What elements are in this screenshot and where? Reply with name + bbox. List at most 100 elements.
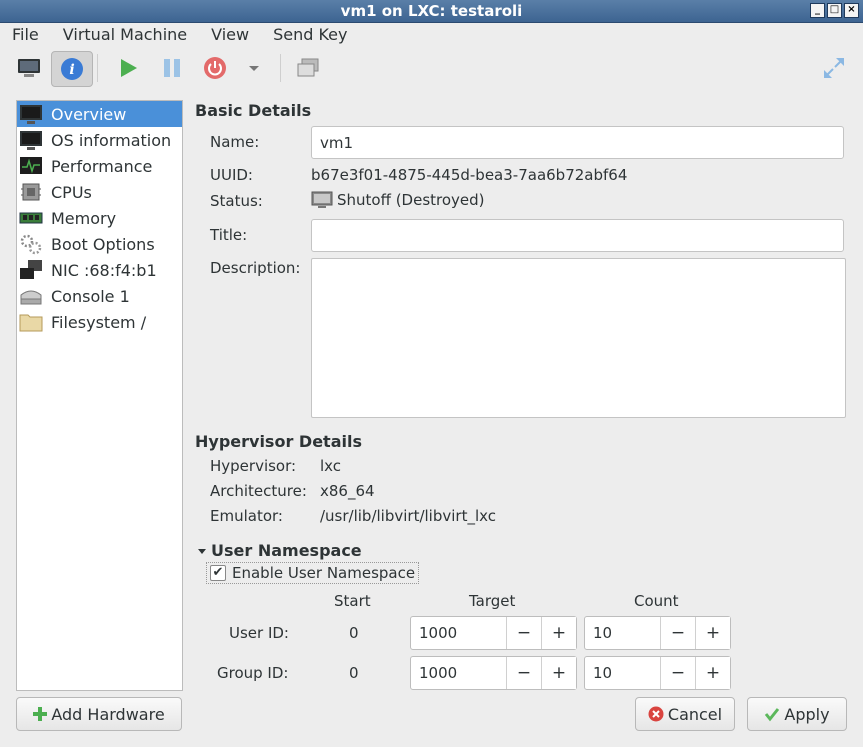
pause-icon bbox=[164, 59, 180, 77]
chevron-down-icon bbox=[249, 66, 259, 71]
performance-icon bbox=[19, 155, 43, 177]
sidebar-item-boot-options[interactable]: Boot Options bbox=[17, 231, 182, 257]
pause-button[interactable] bbox=[152, 51, 192, 85]
minimize-button[interactable]: _ bbox=[810, 3, 825, 18]
sidebar-item-nic[interactable]: NIC :68:f4:b1 bbox=[17, 257, 182, 283]
details-icon: i bbox=[61, 58, 83, 80]
group-id-label: Group ID: bbox=[217, 664, 289, 682]
architecture-label: Architecture: bbox=[210, 482, 307, 500]
group-id-start: 0 bbox=[349, 664, 359, 682]
snapshots-button[interactable] bbox=[288, 51, 328, 85]
basic-details-heading: Basic Details bbox=[195, 101, 312, 120]
sidebar-item-filesystem[interactable]: Filesystem / bbox=[17, 309, 182, 335]
user-id-count-value[interactable]: 10 bbox=[585, 617, 660, 649]
name-input[interactable]: vm1 bbox=[311, 126, 844, 159]
sidebar-item-label: OS information bbox=[51, 130, 172, 150]
sidebar-item-label: Overview bbox=[51, 104, 127, 124]
folder-icon bbox=[19, 311, 43, 333]
console-button[interactable] bbox=[9, 51, 49, 85]
status-text: Shutoff (Destroyed) bbox=[337, 191, 485, 209]
checkmark-icon bbox=[765, 708, 780, 722]
fullscreen-button[interactable] bbox=[814, 51, 854, 85]
snapshots-icon bbox=[297, 58, 319, 77]
emulator-value: /usr/lib/libvirt/libvirt_lxc bbox=[320, 507, 496, 525]
group-id-count-spinner[interactable]: 10 − + bbox=[584, 656, 731, 690]
user-namespace-heading: User Namespace bbox=[211, 541, 362, 560]
increment-button[interactable]: + bbox=[695, 657, 730, 689]
sidebar-item-memory[interactable]: Memory bbox=[17, 205, 182, 231]
menubar: File Virtual Machine View Send Key bbox=[0, 23, 863, 45]
menu-file[interactable]: File bbox=[0, 25, 51, 44]
run-icon bbox=[121, 59, 137, 77]
nic-icon bbox=[19, 259, 43, 281]
user-id-target-value[interactable]: 1000 bbox=[411, 617, 506, 649]
group-id-target-spinner[interactable]: 1000 − + bbox=[410, 656, 577, 690]
console-icon bbox=[19, 285, 43, 307]
cancel-button[interactable]: Cancel bbox=[635, 697, 735, 731]
uuid-value: b67e3f01-4875-445d-bea3-7aa6b72abf64 bbox=[311, 166, 628, 184]
user-id-label: User ID: bbox=[229, 624, 289, 642]
cpu-icon bbox=[19, 181, 43, 203]
fullscreen-icon bbox=[824, 58, 844, 78]
decrement-button[interactable]: − bbox=[660, 617, 695, 649]
group-id-count-value[interactable]: 10 bbox=[585, 657, 660, 689]
expander-down-icon bbox=[198, 548, 206, 554]
description-label: Description: bbox=[210, 259, 301, 277]
memory-icon bbox=[19, 207, 43, 229]
description-textarea[interactable] bbox=[311, 258, 846, 418]
status-value: Shutoff (Destroyed) bbox=[311, 190, 485, 210]
enable-user-namespace-checkbox[interactable]: ✔ Enable User Namespace bbox=[206, 562, 420, 584]
svg-text:i: i bbox=[69, 62, 74, 78]
apply-button[interactable]: Apply bbox=[747, 697, 847, 731]
decrement-button[interactable]: − bbox=[506, 657, 541, 689]
add-icon bbox=[33, 707, 48, 721]
enable-user-namespace-label: Enable User Namespace bbox=[232, 564, 416, 582]
hypervisor-label: Hypervisor: bbox=[210, 457, 297, 475]
console-icon bbox=[18, 59, 40, 77]
sidebar-item-overview[interactable]: Overview bbox=[17, 101, 182, 127]
uuid-label: UUID: bbox=[210, 166, 253, 184]
sidebar-item-label: Performance bbox=[51, 156, 153, 176]
maximize-button[interactable]: □ bbox=[827, 3, 842, 18]
menu-view[interactable]: View bbox=[199, 25, 261, 44]
group-id-target-value[interactable]: 1000 bbox=[411, 657, 506, 689]
boot-icon bbox=[19, 233, 43, 255]
user-id-start: 0 bbox=[349, 624, 359, 642]
menu-virtual-machine[interactable]: Virtual Machine bbox=[51, 25, 199, 44]
increment-button[interactable]: + bbox=[695, 617, 730, 649]
status-label: Status: bbox=[210, 192, 263, 210]
window-title: vm1 on LXC: testaroli bbox=[340, 2, 523, 20]
increment-button[interactable]: + bbox=[541, 657, 576, 689]
shutdown-menu-button[interactable] bbox=[236, 51, 272, 85]
column-start: Start bbox=[334, 592, 371, 610]
user-namespace-expander[interactable]: User Namespace bbox=[197, 541, 362, 560]
sidebar-item-console[interactable]: Console 1 bbox=[17, 283, 182, 309]
emulator-label: Emulator: bbox=[210, 507, 283, 525]
sidebar-item-cpus[interactable]: CPUs bbox=[17, 179, 182, 205]
details-button[interactable]: i bbox=[51, 51, 93, 87]
decrement-button[interactable]: − bbox=[506, 617, 541, 649]
name-label: Name: bbox=[210, 133, 260, 151]
window-titlebar: vm1 on LXC: testaroli _ □ × bbox=[0, 0, 863, 23]
user-id-target-spinner[interactable]: 1000 − + bbox=[410, 616, 577, 650]
increment-button[interactable]: + bbox=[541, 617, 576, 649]
shutoff-icon bbox=[311, 191, 333, 208]
sidebar-item-label: NIC :68:f4:b1 bbox=[51, 260, 157, 280]
architecture-value: x86_64 bbox=[320, 482, 375, 500]
menu-send-key[interactable]: Send Key bbox=[261, 25, 359, 44]
sidebar-item-os-information[interactable]: OS information bbox=[17, 127, 182, 153]
decrement-button[interactable]: − bbox=[660, 657, 695, 689]
run-button[interactable] bbox=[108, 51, 148, 85]
title-input[interactable] bbox=[311, 219, 844, 252]
sidebar-item-label: Boot Options bbox=[51, 234, 155, 254]
sidebar-item-label: CPUs bbox=[51, 182, 92, 202]
close-button[interactable]: × bbox=[844, 3, 859, 18]
user-id-count-spinner[interactable]: 10 − + bbox=[584, 616, 731, 650]
cancel-icon bbox=[648, 706, 664, 722]
sidebar-item-performance[interactable]: Performance bbox=[17, 153, 182, 179]
shutdown-button[interactable] bbox=[195, 51, 235, 85]
add-hardware-button[interactable]: Add Hardware bbox=[16, 697, 182, 731]
title-label: Title: bbox=[210, 226, 248, 244]
sidebar-item-label: Memory bbox=[51, 208, 117, 228]
monitor-icon bbox=[19, 103, 43, 125]
